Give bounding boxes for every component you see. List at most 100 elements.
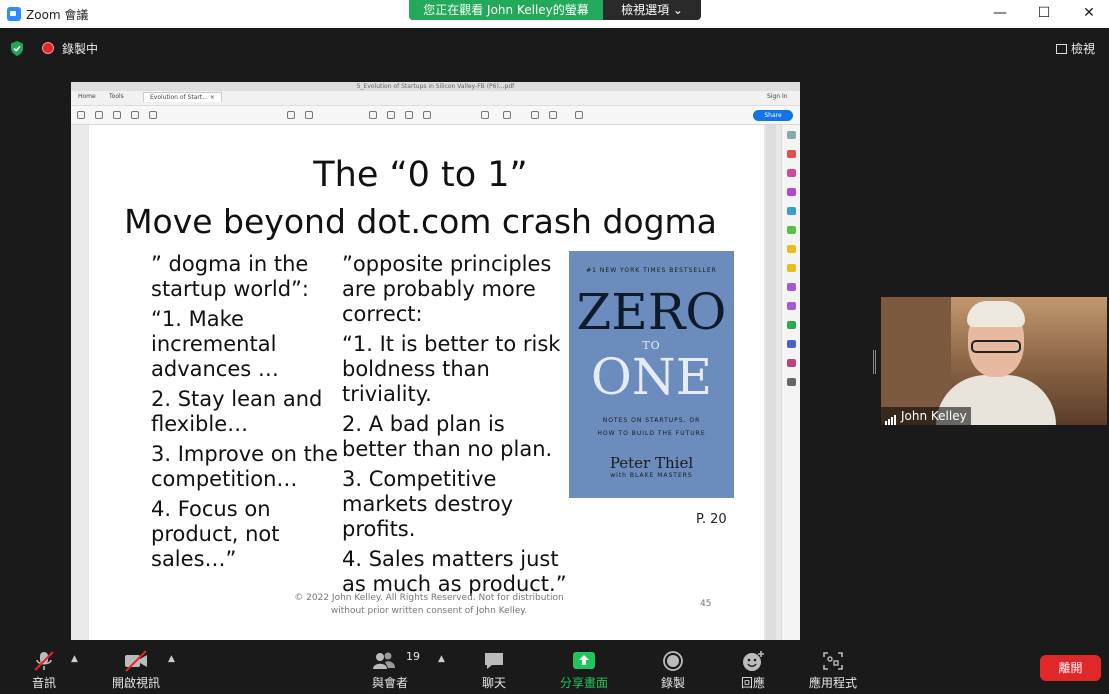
audio-options-chevron-icon[interactable]: ▲ [71,654,78,664]
book-bestseller-label: #1 NEW YORK TIMES BESTSELLER [586,267,717,274]
apps-button[interactable]: 應用程式 [801,640,865,694]
participant-name-tag: John Kelley [881,407,971,425]
acrobat-share-button[interactable]: Share [753,110,793,121]
print-icon[interactable] [113,111,121,119]
create-pdf-icon[interactable] [787,226,796,234]
meeting-toolbar: 音訊 ▲ 開啟視訊 ▲ 19 與會者 ▲ 聊天 分享畫面 錄製 回應 應用程式 [0,640,1109,694]
view-options-button[interactable]: 檢視選項 ⌄ [603,0,701,20]
list-item: 2. Stay lean and flexible… [151,387,323,436]
export-pdf-icon[interactable] [787,150,796,158]
redact-icon[interactable] [787,359,796,367]
meeting-status-bar [0,28,1109,68]
page-up-icon[interactable] [287,111,295,119]
acrobat-toolbar: Share [71,106,800,125]
book-coauthor: with BLAKE MASTERS [610,472,693,479]
upload-icon[interactable] [95,111,103,119]
fit-page-icon[interactable] [481,111,489,119]
record-label: 錄製 [660,676,685,690]
edit-pdf-icon[interactable] [787,169,796,177]
acrobat-title: 5_Evolution of Startups in Silicon Valle… [71,82,800,91]
list-item: ” dogma in the startup world”: [151,252,310,301]
email-icon[interactable] [131,111,139,119]
comment-tool-icon[interactable] [787,245,796,253]
video-options-chevron-icon[interactable]: ▲ [168,654,175,664]
book-subtitle-line1: NOTES ON STARTUPS, OR [602,417,701,424]
recording-indicator-icon[interactable] [42,42,54,54]
zoom-logo-icon [7,7,21,21]
reactions-button[interactable]: 回應 [731,640,775,694]
save-icon[interactable] [77,111,85,119]
audio-label: 音訊 [31,676,56,690]
list-item: “1. It is better to risk boldness than t… [342,332,561,406]
recording-status[interactable]: 錄製中 [62,40,98,57]
participants-icon [373,652,395,669]
view-button[interactable]: 檢視 [1056,40,1095,57]
security-shield-icon[interactable] [10,41,24,56]
left-collapse-strip[interactable] [71,125,88,640]
tab-document[interactable]: Evolution of Start... × [143,92,222,102]
apps-label: 應用程式 [808,676,857,690]
search-icon[interactable] [149,111,157,119]
maximize-button[interactable]: ☐ [1024,2,1064,24]
tab-tools[interactable]: Tools [109,93,124,100]
signal-strength-icon [885,407,897,425]
organize-pages-icon[interactable] [787,188,796,196]
book-subtitle: NOTES ON STARTUPS, OR HOW TO BUILD THE FU… [569,414,734,440]
zoom-tool-icon[interactable] [787,131,796,139]
record-button[interactable]: 錄製 [651,640,695,694]
fill-sign-icon[interactable] [787,283,796,291]
comment-icon[interactable] [531,111,539,119]
start-video-button[interactable]: 開啟視訊 [104,640,168,694]
participants-label: 與會者 [371,676,408,690]
zoom-out-icon[interactable] [405,111,413,119]
apps-icon [823,652,843,670]
tab-close-icon[interactable]: × [210,94,215,101]
participant-video-tile[interactable]: John Kelley [881,297,1107,425]
dogma-column: ” dogma in the startup world”: “1. Make … [151,252,341,572]
panel-resize-handle[interactable] [873,350,876,374]
slide-number: 45 [700,599,712,609]
list-item: 4. Focus on product, not sales…” [151,497,280,571]
record-icon [663,651,683,671]
list-item: “1. Make incremental advances … [151,307,279,381]
opposite-principles-column: ”opposite principles are probably more c… [342,252,567,597]
close-button[interactable]: ✕ [1069,2,1109,24]
sign-icon[interactable] [575,111,583,119]
highlight-icon[interactable] [549,111,557,119]
participants-options-chevron-icon[interactable]: ▲ [438,654,445,664]
book-title-one: ONE [590,348,713,406]
hand-tool-icon[interactable] [387,111,395,119]
combine-files-icon[interactable] [787,207,796,215]
sign-in-link[interactable]: Sign In [767,93,788,100]
list-item: 3. Competitive markets destroy profits. [342,467,514,541]
acrobat-tools-pane [781,125,800,640]
list-item: 2. A bad plan is better than no plan. [342,412,553,461]
slide-title: The “0 to 1” [313,155,528,195]
acrobat-tab-bar: Home Tools Evolution of Start... × Sign … [71,91,800,106]
select-tool-icon[interactable] [369,111,377,119]
send-sign-icon[interactable] [787,302,796,310]
print-production-icon[interactable] [787,321,796,329]
participants-button[interactable]: 19 與會者 [362,640,420,694]
emoji-reaction-icon [743,651,764,671]
more-tools-icon[interactable] [787,378,796,386]
scroll-mode-icon[interactable] [503,111,511,119]
protect-icon[interactable] [787,340,796,348]
slide-subtitle: Move beyond dot.com crash dogma [124,202,717,241]
zoom-in-icon[interactable] [423,111,431,119]
tab-home[interactable]: Home [78,93,96,100]
audio-button[interactable]: 音訊 [20,640,68,694]
shared-screen[interactable]: 5_Evolution of Startups in Silicon Valle… [71,82,800,640]
chat-label: 聊天 [481,676,506,690]
chat-button[interactable]: 聊天 [472,640,516,694]
book-title-zero: ZERO [576,283,727,341]
page-reference: P. 20 [696,512,727,527]
participant-name: John Kelley [901,409,967,423]
minimize-button[interactable]: — [980,2,1020,24]
stamp-icon[interactable] [787,264,796,272]
leave-meeting-button[interactable]: 離開 [1040,655,1101,681]
share-screen-button[interactable]: 分享畫面 [552,640,616,694]
list-item: 3. Improve on the competition… [151,442,339,491]
page-down-icon[interactable] [305,111,313,119]
document-scrollbar[interactable] [766,125,776,640]
